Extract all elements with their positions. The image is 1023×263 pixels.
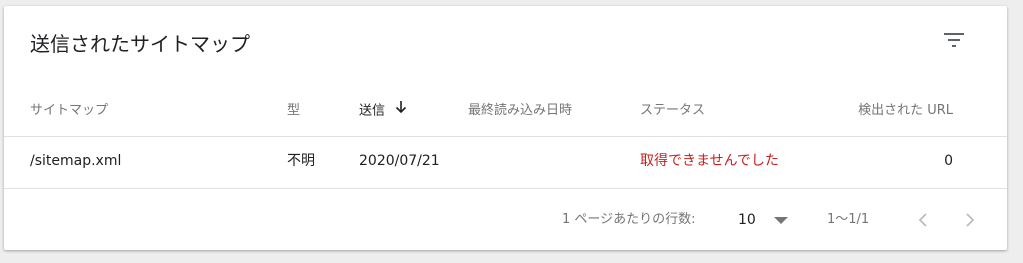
column-header-label: ステータス — [640, 103, 706, 118]
column-header-status[interactable]: ステータス — [640, 92, 705, 136]
cell-status: 取得できませんでした — [640, 153, 779, 169]
previous-page-button[interactable] — [912, 209, 934, 231]
chevron-right-icon — [966, 213, 975, 227]
column-header-last-read[interactable]: 最終読み込み日時 — [468, 92, 572, 136]
next-page-button[interactable] — [959, 209, 981, 231]
column-header-submitted[interactable]: 送信 — [359, 92, 407, 136]
chevron-left-icon — [918, 213, 927, 227]
column-header-label: 送信 — [359, 103, 386, 119]
rows-per-page-select[interactable]: 10 — [738, 205, 794, 235]
table-header: サイトマップ 型 送信 最終読み込み日時 ステータス 検出された URL — [4, 92, 1007, 137]
pagination-range: 1〜1/1 — [827, 212, 870, 227]
column-header-label: 型 — [287, 103, 301, 118]
cell-discovered-urls: 0 — [944, 153, 953, 169]
column-header-label: サイトマップ — [30, 103, 109, 118]
submitted-sitemaps-card: 送信されたサイトマップ サイトマップ 型 送信 最終読み込み日時 ステータス 検… — [4, 6, 1007, 250]
pagination-footer: 1 ページあたりの行数: 10 1〜1/1 — [4, 189, 1007, 250]
column-header-discovered-urls[interactable]: 検出された URL — [858, 92, 953, 136]
dropdown-caret-icon — [773, 216, 788, 224]
column-header-sitemap[interactable]: サイトマップ — [30, 92, 108, 136]
filter-list-icon — [944, 33, 964, 47]
table-row[interactable]: /sitemap.xml 不明 2020/07/21 取得できませんでした 0 — [4, 137, 1007, 189]
cell-submitted: 2020/07/21 — [359, 153, 440, 169]
arrow-down-icon — [395, 92, 407, 130]
column-header-label: 検出された URL — [858, 103, 953, 118]
column-header-type[interactable]: 型 — [287, 92, 300, 136]
rows-per-page-label: 1 ページあたりの行数: — [562, 212, 696, 227]
rows-per-page-value: 10 — [738, 212, 756, 228]
filter-button[interactable] — [940, 28, 968, 52]
cell-sitemap: /sitemap.xml — [30, 153, 122, 169]
column-header-label: 最終読み込み日時 — [468, 103, 573, 118]
cell-type: 不明 — [287, 153, 315, 169]
card-title: 送信されたサイトマップ — [30, 32, 250, 56]
